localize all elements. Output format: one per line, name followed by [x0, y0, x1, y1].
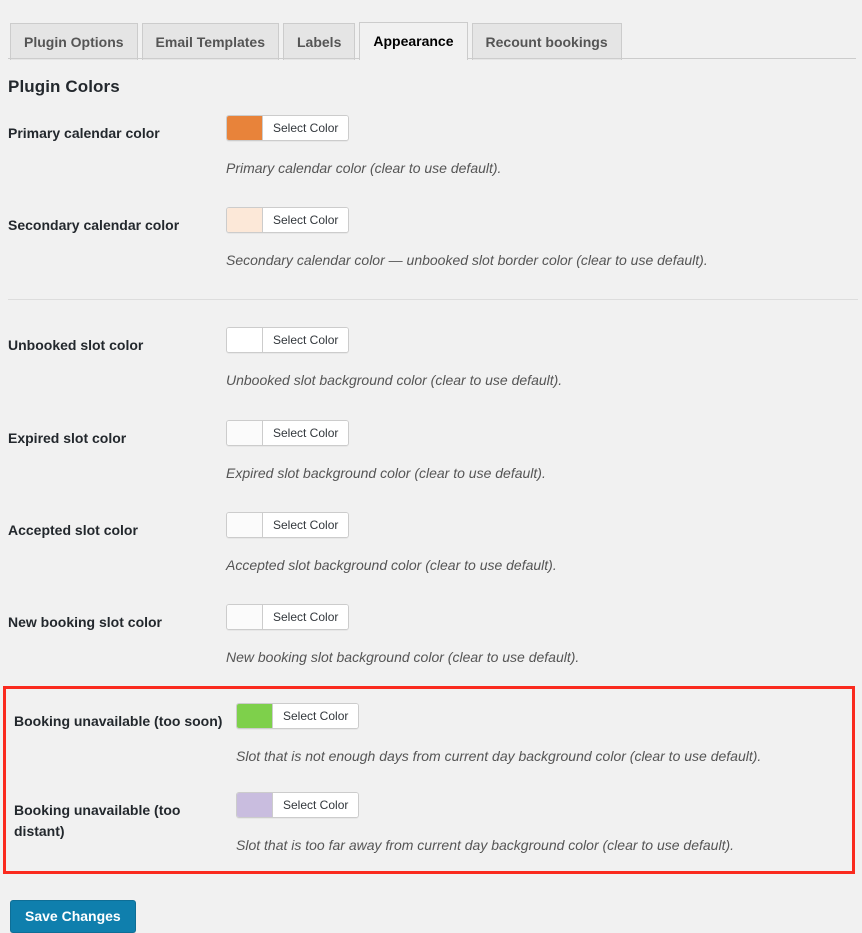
- setting-row-body: Booking unavailable (too soon) Select Col…: [14, 703, 852, 765]
- setting-control: Select Color Expired slot background colo…: [226, 419, 862, 482]
- setting-row-secondary-calendar-color: Secondary calendar color Select Color Seco…: [0, 207, 862, 269]
- tab-list: Plugin Options Email Templates Labels Appea…: [10, 21, 626, 60]
- setting-control: Select Color Secondary calendar color — u…: [226, 207, 862, 269]
- color-swatch-secondary-calendar-color[interactable]: [227, 208, 263, 233]
- tab-labels[interactable]: Labels: [283, 23, 356, 60]
- color-swatch-booking-unavailable-too-soon[interactable]: [237, 704, 273, 729]
- row-spacer: [0, 574, 862, 604]
- settings-tab-bar: Plugin Options Email Templates Labels Appea…: [0, 0, 862, 60]
- color-swatch-new-booking-slot-color[interactable]: [227, 604, 263, 629]
- color-picker-expired-slot-color[interactable]: Select Color: [226, 419, 350, 446]
- color-picker-new-booking-slot-color[interactable]: Select Color: [226, 603, 350, 630]
- select-color-button[interactable]: Select Color: [273, 793, 359, 818]
- tab-appearance[interactable]: Appearance: [359, 22, 468, 60]
- setting-label-booking-unavailable-too-soon: Booking unavailable (too soon): [14, 713, 223, 730]
- row-spacer: [0, 300, 862, 327]
- setting-label-booking-unavailable-too-distant: Booking unavailable (too distant): [14, 802, 181, 839]
- setting-row-body: New booking slot color Select Color New bo…: [8, 603, 862, 666]
- setting-row-expired-slot-color: Expired slot color Select Color Expired sl…: [0, 419, 862, 482]
- page-title: Plugin Colors: [8, 77, 120, 96]
- setting-control: Select Color Slot that is too far away fr…: [236, 792, 852, 854]
- setting-label-accepted-slot-color: Accepted slot color: [8, 521, 138, 538]
- setting-row-body: Secondary calendar color Select Color Seco…: [8, 207, 862, 269]
- select-color-button[interactable]: Select Color: [263, 328, 349, 353]
- row-spacer: [0, 390, 862, 420]
- select-color-button[interactable]: Select Color: [263, 208, 349, 233]
- appearance-settings-page: { "tabs": [ { "label": "Plugin Options",…: [0, 0, 862, 933]
- color-swatch-primary-calendar-color[interactable]: [227, 116, 263, 140]
- setting-description-new-booking-slot-color: New booking slot background color (clear…: [226, 648, 580, 665]
- setting-label-secondary-calendar-color: Secondary calendar color: [8, 217, 180, 234]
- setting-row-primary-calendar-color: Primary calendar color Select Color Primar…: [0, 115, 862, 177]
- setting-description-booking-unavailable-too-distant: Slot that is too far away from current d…: [236, 837, 735, 854]
- setting-label-unbooked-slot-color: Unbooked slot color: [8, 337, 144, 354]
- color-picker-booking-unavailable-too-soon[interactable]: Select Color: [236, 703, 360, 730]
- setting-control: Select Color New booking slot background …: [226, 603, 862, 666]
- setting-label-new-booking-slot-color: New booking slot color: [8, 613, 163, 630]
- setting-label-primary-calendar-color: Primary calendar color: [8, 125, 160, 141]
- color-swatch-expired-slot-color[interactable]: [227, 420, 263, 445]
- row-spacer: [0, 482, 862, 512]
- setting-control: Select Color Slot that is not enough days…: [236, 703, 852, 765]
- setting-label-expired-slot-color: Expired slot color: [8, 429, 127, 446]
- select-color-button[interactable]: Select Color: [263, 420, 349, 445]
- setting-control: Select Color Accepted slot background col…: [226, 511, 862, 574]
- tab-email-templates[interactable]: Email Templates: [141, 23, 279, 60]
- select-color-button[interactable]: Select Color: [263, 512, 349, 537]
- setting-row-unbooked-slot-color: Unbooked slot color Select Color Unbooked …: [0, 327, 862, 389]
- save-area: Save Changes: [10, 899, 862, 933]
- color-picker-primary-calendar-color[interactable]: Select Color: [226, 115, 350, 141]
- setting-control: Select Color Primary calendar color (clea…: [226, 115, 862, 177]
- setting-row-body: Primary calendar color Select Color Primar…: [8, 115, 862, 177]
- setting-description-primary-calendar-color: Primary calendar color (clear to use def…: [226, 160, 502, 176]
- setting-control: Select Color Unbooked slot background col…: [226, 327, 862, 389]
- color-picker-booking-unavailable-too-distant[interactable]: Select Color: [236, 792, 360, 819]
- select-color-button[interactable]: Select Color: [263, 116, 349, 140]
- row-spacer: [6, 765, 852, 792]
- setting-description-accepted-slot-color: Accepted slot background color (clear to…: [226, 556, 557, 573]
- row-spacer: [0, 177, 862, 207]
- setting-row-body: Accepted slot color Select Color Accepted …: [8, 511, 862, 574]
- color-picker-unbooked-slot-color[interactable]: Select Color: [226, 327, 350, 354]
- color-picker-secondary-calendar-color[interactable]: Select Color: [226, 207, 350, 234]
- setting-row-body: Unbooked slot color Select Color Unbooked …: [8, 327, 862, 389]
- highlighted-settings-group: Booking unavailable (too soon) Select Col…: [3, 686, 855, 874]
- row-spacer: [0, 269, 862, 299]
- setting-description-unbooked-slot-color: Unbooked slot background color (clear to…: [226, 372, 563, 389]
- color-swatch-accepted-slot-color[interactable]: [227, 512, 263, 537]
- plugin-colors-form: Primary calendar color Select Color Primar…: [0, 115, 862, 666]
- save-changes-button[interactable]: Save Changes: [10, 899, 136, 933]
- color-swatch-unbooked-slot-color[interactable]: [227, 328, 263, 353]
- tab-recount-bookings[interactable]: Recount bookings: [471, 23, 622, 60]
- select-color-button[interactable]: Select Color: [273, 704, 359, 729]
- setting-description-secondary-calendar-color: Secondary calendar color — unbooked slot…: [226, 252, 708, 269]
- setting-row-accepted-slot-color: Accepted slot color Select Color Accepted …: [0, 511, 862, 574]
- setting-row-body: Expired slot color Select Color Expired sl…: [8, 419, 862, 482]
- setting-row-booking-unavailable-too-distant: Booking unavailable (too distant) Select …: [6, 792, 852, 854]
- setting-description-booking-unavailable-too-soon: Slot that is not enough days from curren…: [236, 748, 762, 765]
- color-picker-accepted-slot-color[interactable]: Select Color: [226, 511, 350, 538]
- color-swatch-booking-unavailable-too-distant[interactable]: [237, 793, 273, 818]
- setting-row-booking-unavailable-too-soon: Booking unavailable (too soon) Select Col…: [6, 703, 852, 765]
- setting-row-new-booking-slot-color: New booking slot color Select Color New bo…: [0, 603, 862, 666]
- setting-description-expired-slot-color: Expired slot background color (clear to …: [226, 464, 546, 481]
- setting-row-body: Booking unavailable (too distant) Select …: [14, 792, 852, 854]
- select-color-button[interactable]: Select Color: [263, 604, 349, 629]
- tab-plugin-options[interactable]: Plugin Options: [10, 23, 138, 60]
